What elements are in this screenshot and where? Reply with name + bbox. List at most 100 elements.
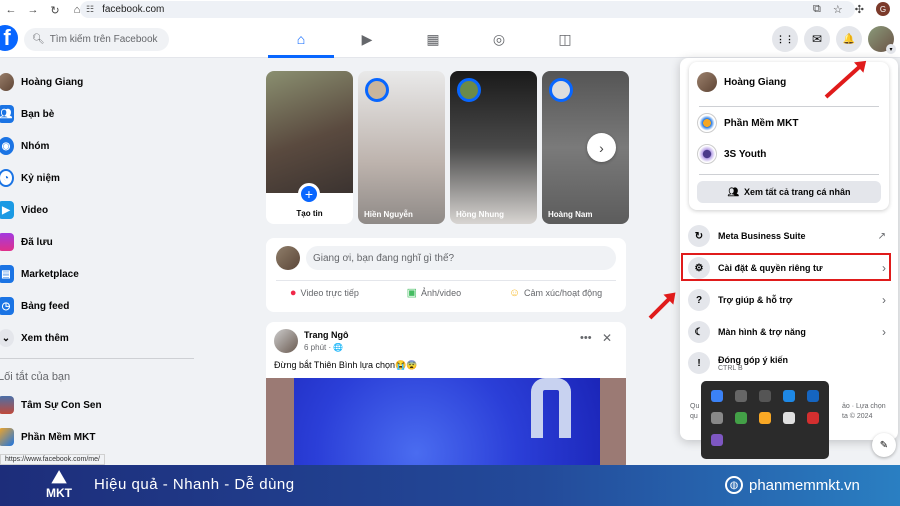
photo-icon: ▣: [406, 287, 418, 299]
banner-slogan: Hiệu quả - Nhanh - Dễ dùng: [94, 476, 295, 493]
menu-item-display-accessibility[interactable]: ☾ Màn hình & trợ năng ›: [688, 318, 890, 346]
mkt-logo-text: MKT: [46, 486, 72, 500]
profile-item[interactable]: Hoàng Giang: [697, 72, 786, 92]
page-item[interactable]: 3S Youth: [697, 144, 766, 164]
new-message-button[interactable]: ✎: [872, 433, 896, 457]
tray-app-icon[interactable]: [735, 390, 747, 402]
chevron-right-icon: ›: [882, 293, 886, 307]
sidebar-item-profile[interactable]: Hoàng Giang: [0, 66, 200, 98]
photo-video-button[interactable]: ▣ Ảnh/video: [407, 286, 461, 299]
tab-home[interactable]: ⌂: [268, 20, 334, 58]
compose-icon: ✎: [879, 439, 889, 451]
menu-item-give-feedback[interactable]: ! Đóng góp ý kiến CTRL B: [688, 349, 890, 377]
tab-video[interactable]: ▶: [334, 20, 400, 58]
site-info-icon[interactable]: ☷: [86, 4, 94, 15]
tray-app-icon[interactable]: [711, 412, 723, 424]
page-item[interactable]: Phần Mềm MKT: [697, 113, 798, 133]
globe-icon: ◍: [725, 476, 743, 494]
facebook-logo[interactable]: f: [0, 25, 18, 51]
shortcut-item[interactable]: Tâm Sự Con Sen: [0, 389, 200, 421]
post-author-name[interactable]: Trang Ngô: [304, 330, 349, 340]
groups-icon: ◎: [492, 30, 506, 47]
sidebar-item-marketplace[interactable]: ▤ Marketplace: [0, 258, 200, 290]
reload-icon[interactable]: ↻: [44, 4, 66, 17]
sidebar-item-memories[interactable]: ◔ Kỷ niệm: [0, 162, 200, 194]
feeling-activity-button[interactable]: ☺ Cảm xúc/hoạt động: [509, 286, 602, 299]
tray-app-icon[interactable]: [711, 434, 723, 446]
tab-gaming[interactable]: ◫: [532, 20, 598, 58]
stories-next-button[interactable]: ›: [587, 133, 616, 162]
sidebar-item-label: Kỷ niệm: [21, 172, 60, 184]
tray-app-icon[interactable]: [783, 390, 795, 402]
create-story-card[interactable]: + Tạo tin: [266, 71, 353, 224]
story-name: Hồng Nhung: [456, 210, 504, 219]
back-icon[interactable]: ←: [0, 4, 22, 16]
footer-left[interactable]: Qu qu: [690, 403, 699, 420]
promo-banner: ⛰ MKT Hiệu quả - Nhanh - Dễ dùng ◍ phanm…: [0, 465, 900, 506]
search-placeholder: Tìm kiếm trên Facebook: [49, 34, 158, 45]
post-author-avatar[interactable]: [274, 329, 298, 353]
notifications-button[interactable]: 🔔: [836, 26, 862, 52]
avatar: [0, 73, 14, 91]
story-name: Hoàng Nam: [548, 210, 593, 219]
avatar: [276, 246, 300, 270]
more-options-icon[interactable]: •••: [580, 332, 592, 344]
chevron-down-icon: ⌄: [0, 329, 14, 347]
address-bar[interactable]: ☷ facebook.com: [80, 1, 855, 18]
post-timestamp[interactable]: 6 phút · 🌐: [304, 343, 343, 352]
menu-item-meta-business-suite[interactable]: ↻ Meta Business Suite ↗: [688, 222, 890, 250]
tab-groups[interactable]: ◎: [466, 20, 532, 58]
composer-input[interactable]: Giang ơi, bạn đang nghĩ gì thế?: [306, 246, 616, 270]
messenger-button[interactable]: ✉: [804, 26, 830, 52]
highlight-box: [681, 253, 891, 281]
mkt-logo-mark: ⛰: [51, 467, 67, 487]
annotation-arrow: [648, 295, 673, 320]
forward-icon[interactable]: →: [22, 4, 44, 16]
story-card[interactable]: Hiền Nguyễn: [358, 71, 445, 224]
account-avatar-button[interactable]: ▾: [868, 26, 896, 54]
see-all-profiles-button[interactable]: 👥︎ Xem tất cả trang cá nhân: [697, 181, 881, 203]
tray-app-icon[interactable]: [807, 390, 819, 402]
story-photo: [266, 71, 353, 193]
tray-app-icon[interactable]: [759, 390, 771, 402]
browser-profile-avatar[interactable]: G: [876, 2, 890, 16]
system-tray-popup: [701, 381, 829, 459]
tray-app-icon[interactable]: [783, 412, 795, 424]
tray-app-icon[interactable]: [735, 412, 747, 424]
tray-app-icon[interactable]: [807, 412, 819, 424]
messenger-icon: ✉: [811, 32, 823, 46]
shortcut-item[interactable]: Phần Mềm MKT: [0, 421, 200, 453]
sidebar-item-friends[interactable]: 👥︎ Bạn bè: [0, 98, 200, 130]
live-video-button[interactable]: ● Video trực tiếp: [290, 286, 359, 299]
tray-app-icon[interactable]: [711, 390, 723, 402]
grid-icon: ⋮⋮: [776, 33, 794, 44]
friends-icon: 👥︎: [0, 105, 14, 123]
sidebar-item-saved[interactable]: Đã lưu: [0, 226, 200, 258]
sidebar-item-video[interactable]: ▶ Video: [0, 194, 200, 226]
sidebar-item-label: Video: [21, 204, 49, 216]
tray-app-icon[interactable]: [759, 412, 771, 424]
footer-right[interactable]: ảo · Lựa chọn ta © 2024: [842, 402, 886, 422]
extensions-icon[interactable]: ✣: [855, 3, 864, 16]
close-icon[interactable]: ✕: [602, 331, 612, 345]
menu-item-help-support[interactable]: ? Trợ giúp & hỗ trợ ›: [688, 286, 890, 314]
facebook-header: f 🔍︎ Tìm kiếm trên Facebook ⌂ ▶ ▦ ◎ ◫ ⋮⋮…: [0, 20, 900, 58]
search-input[interactable]: 🔍︎ Tìm kiếm trên Facebook: [24, 28, 169, 51]
post-composer: Giang ơi, bạn đang nghĩ gì thế? ● Video …: [266, 238, 626, 312]
marketplace-icon: ▦: [426, 30, 440, 47]
sidebar-item-feeds[interactable]: ◷ Bảng feed: [0, 290, 200, 322]
sidebar-item-groups[interactable]: ◉ Nhóm: [0, 130, 200, 162]
tab-marketplace[interactable]: ▦: [400, 20, 466, 58]
post-image[interactable]: [266, 378, 626, 472]
video-icon: ▶: [0, 201, 14, 219]
sidebar-see-more[interactable]: ⌄ Xem thêm: [0, 322, 200, 354]
plus-icon[interactable]: +: [298, 183, 320, 205]
video-icon: ▶: [361, 30, 373, 47]
menu-grid-button[interactable]: ⋮⋮: [772, 26, 798, 52]
bookmark-star-icon[interactable]: ☆: [833, 3, 843, 16]
install-app-icon[interactable]: ⧉: [813, 3, 821, 16]
memories-icon: ◔: [0, 169, 14, 187]
story-card[interactable]: Hồng Nhung: [450, 71, 537, 224]
bell-icon: 🔔: [842, 33, 856, 45]
menu-item-label: Trợ giúp & hỗ trợ: [718, 295, 793, 305]
